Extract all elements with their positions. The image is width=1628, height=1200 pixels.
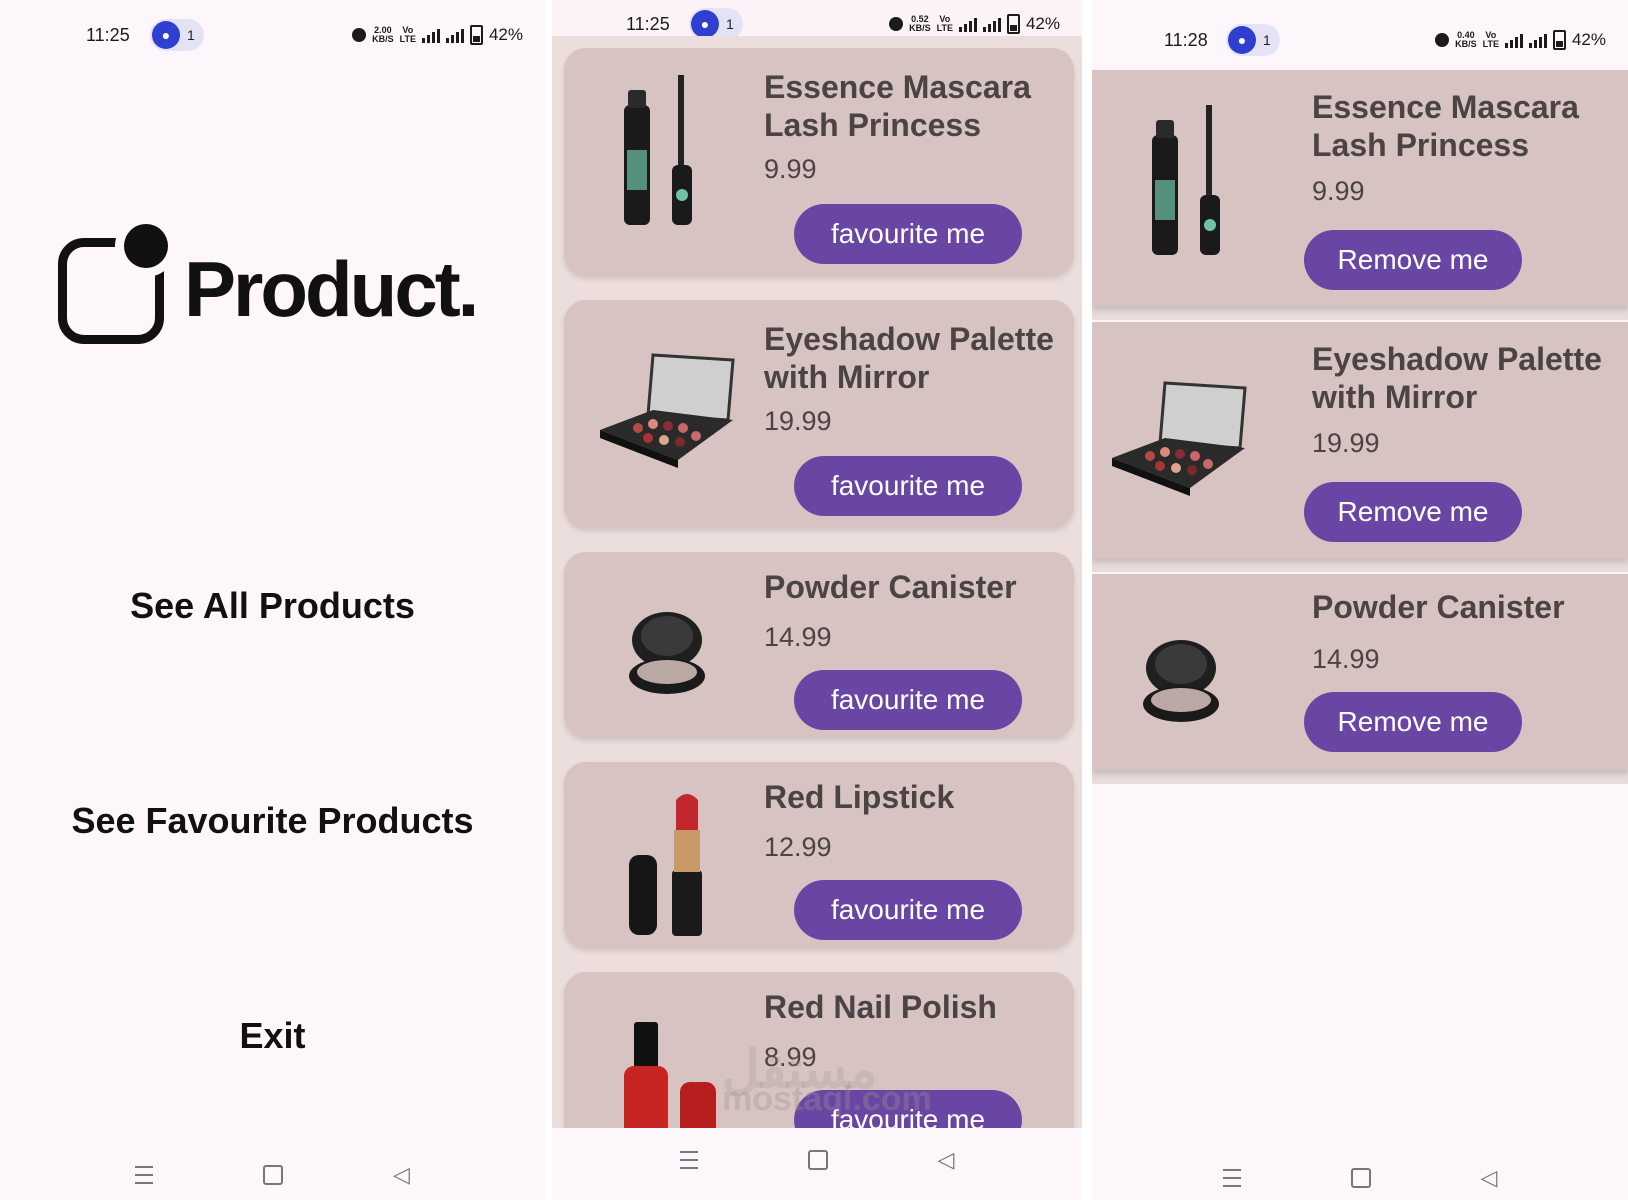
hotspot-indicator: ● 1 <box>150 19 204 51</box>
watermark-latin: mostaql.com <box>722 1080 932 1118</box>
product-price: 9.99 <box>1312 176 1365 206</box>
signal-4g-icon <box>982 17 1001 32</box>
volte-icon: Vo LTE <box>936 14 953 33</box>
back-icon[interactable]: ◁ <box>938 1147 955 1173</box>
product-name: Eyeshadow Palette with Mirror <box>1312 341 1602 415</box>
product-price: 19.99 <box>764 406 832 436</box>
favourite-products-screen: 11:28 ● 1 0.40 KB/S Vo LTE 42% Essence M… <box>1092 0 1628 1200</box>
navigation-bar: ◁ <box>0 1135 545 1200</box>
status-bar: 11:25 ● 1 2.00 KB/S Vo LTE 42% <box>0 15 545 55</box>
product-card: Eyeshadow Palette with Mirror 19.99 Remo… <box>1092 322 1628 558</box>
signal-icon <box>421 28 440 43</box>
product-price: 14.99 <box>764 622 832 652</box>
eyeshadow-palette-icon <box>600 353 735 468</box>
hotspot-icon: ● <box>152 21 180 49</box>
exit-button[interactable]: Exit <box>0 1015 545 1057</box>
mascara-icon <box>1152 105 1220 255</box>
signal-4g-icon <box>1528 33 1547 48</box>
product-card: Eyeshadow Palette with Mirror 19.99 favo… <box>564 300 1074 528</box>
signal-icon <box>958 17 977 32</box>
product-card: Red Lipstick 12.99 favourite me <box>564 762 1074 948</box>
system-icons: 0.52 KB/S Vo LTE 42% <box>889 14 1060 34</box>
product-name: Powder Canister <box>764 569 1017 605</box>
favourite-button[interactable]: favourite me <box>794 456 1022 516</box>
back-icon[interactable]: ◁ <box>1481 1165 1498 1191</box>
hotspot-indicator: ● 1 <box>1226 24 1280 56</box>
system-icons: 2.00 KB/S Vo LTE 42% <box>352 25 523 45</box>
product-name: Red Lipstick <box>764 779 955 815</box>
navigation-bar: ◁ <box>552 1120 1082 1200</box>
alarm-icon <box>1435 33 1450 47</box>
signal-4g-icon <box>445 28 464 43</box>
product-name: Essence Mascara Lash Princess <box>764 69 1031 143</box>
app-logo-text: Product. <box>184 245 479 333</box>
lipstick-icon <box>629 794 702 936</box>
all-products-screen: 11:25 ● 1 0.52 KB/S Vo LTE 42% Essence M… <box>552 0 1082 1200</box>
hotspot-icon: ● <box>1228 26 1256 54</box>
recent-apps-icon[interactable] <box>135 1166 154 1184</box>
home-icon[interactable] <box>1350 1168 1371 1188</box>
alarm-icon <box>889 17 904 31</box>
product-card: Powder Canister 14.99 favourite me <box>564 552 1074 738</box>
favourite-button[interactable]: favourite me <box>794 880 1022 940</box>
product-name: Powder Canister <box>1312 589 1565 625</box>
battery-level: 42% <box>488 25 523 44</box>
product-price: 9.99 <box>764 154 817 184</box>
status-time: 11:25 <box>86 24 130 45</box>
volte-icon: Vo LTE <box>1482 30 1499 49</box>
battery-icon <box>1552 30 1566 50</box>
remove-button[interactable]: Remove me <box>1304 230 1522 290</box>
hotspot-icon: ● <box>691 10 719 38</box>
product-price: 19.99 <box>1312 428 1380 458</box>
product-name: Essence Mascara Lash Princess <box>1312 89 1579 163</box>
product-name: Eyeshadow Palette with Mirror <box>764 321 1054 395</box>
product-row: Eyeshadow Palette with Mirror 19.99 favo… <box>552 288 1082 540</box>
recent-apps-icon[interactable] <box>679 1151 698 1169</box>
home-icon[interactable] <box>807 1150 828 1170</box>
remove-button[interactable]: Remove me <box>1304 482 1522 542</box>
signal-icon <box>1504 33 1523 48</box>
see-all-products-button[interactable]: See All Products <box>0 585 545 627</box>
mascara-icon <box>624 75 692 225</box>
home-screen: 11:25 ● 1 2.00 KB/S Vo LTE 42% Product. Se… <box>0 0 545 1200</box>
volte-icon: Vo LTE <box>399 25 416 44</box>
status-bar: 11:28 ● 1 0.40 KB/S Vo LTE 42% <box>1092 20 1628 60</box>
favourite-button[interactable]: favourite me <box>794 670 1022 730</box>
product-row: Powder Canister 14.99 favourite me <box>552 540 1082 750</box>
app-logo-icon <box>58 224 168 344</box>
product-row: Eyeshadow Palette with Mirror 19.99 Remo… <box>1092 322 1628 572</box>
powder-compact-icon <box>629 612 705 694</box>
see-favourite-products-button[interactable]: See Favourite Products <box>0 800 545 842</box>
product-card: Essence Mascara Lash Princess 9.99 Remov… <box>1092 70 1628 306</box>
powder-compact-icon <box>1143 640 1219 722</box>
product-card: Powder Canister 14.99 Remove me <box>1092 574 1628 770</box>
product-row: Essence Mascara Lash Princess 9.99 favou… <box>552 36 1082 288</box>
navigation-bar: ◁ <box>1092 1138 1628 1200</box>
product-price: 14.99 <box>1312 644 1380 674</box>
product-row: Powder Canister 14.99 Remove me <box>1092 574 1628 784</box>
battery-icon <box>1006 14 1020 34</box>
product-name: Red Nail Polish <box>764 989 997 1025</box>
product-price: 12.99 <box>764 832 832 862</box>
battery-icon <box>469 25 483 45</box>
status-time: 11:25 <box>626 13 670 34</box>
alarm-icon <box>352 28 367 42</box>
status-time: 11:28 <box>1164 29 1208 50</box>
product-card: Essence Mascara Lash Princess 9.99 favou… <box>564 48 1074 276</box>
favourite-button[interactable]: favourite me <box>794 204 1022 264</box>
home-icon[interactable] <box>263 1165 284 1185</box>
product-row: Red Lipstick 12.99 favourite me <box>552 750 1082 960</box>
product-row: Essence Mascara Lash Princess 9.99 Remov… <box>1092 70 1628 320</box>
system-icons: 0.40 KB/S Vo LTE 42% <box>1435 30 1606 50</box>
battery-level: 42% <box>1571 30 1606 49</box>
eyeshadow-palette-icon <box>1112 381 1247 496</box>
remove-button[interactable]: Remove me <box>1304 692 1522 752</box>
back-icon[interactable]: ◁ <box>393 1162 410 1188</box>
battery-level: 42% <box>1025 14 1060 33</box>
recent-apps-icon[interactable] <box>1222 1169 1241 1187</box>
